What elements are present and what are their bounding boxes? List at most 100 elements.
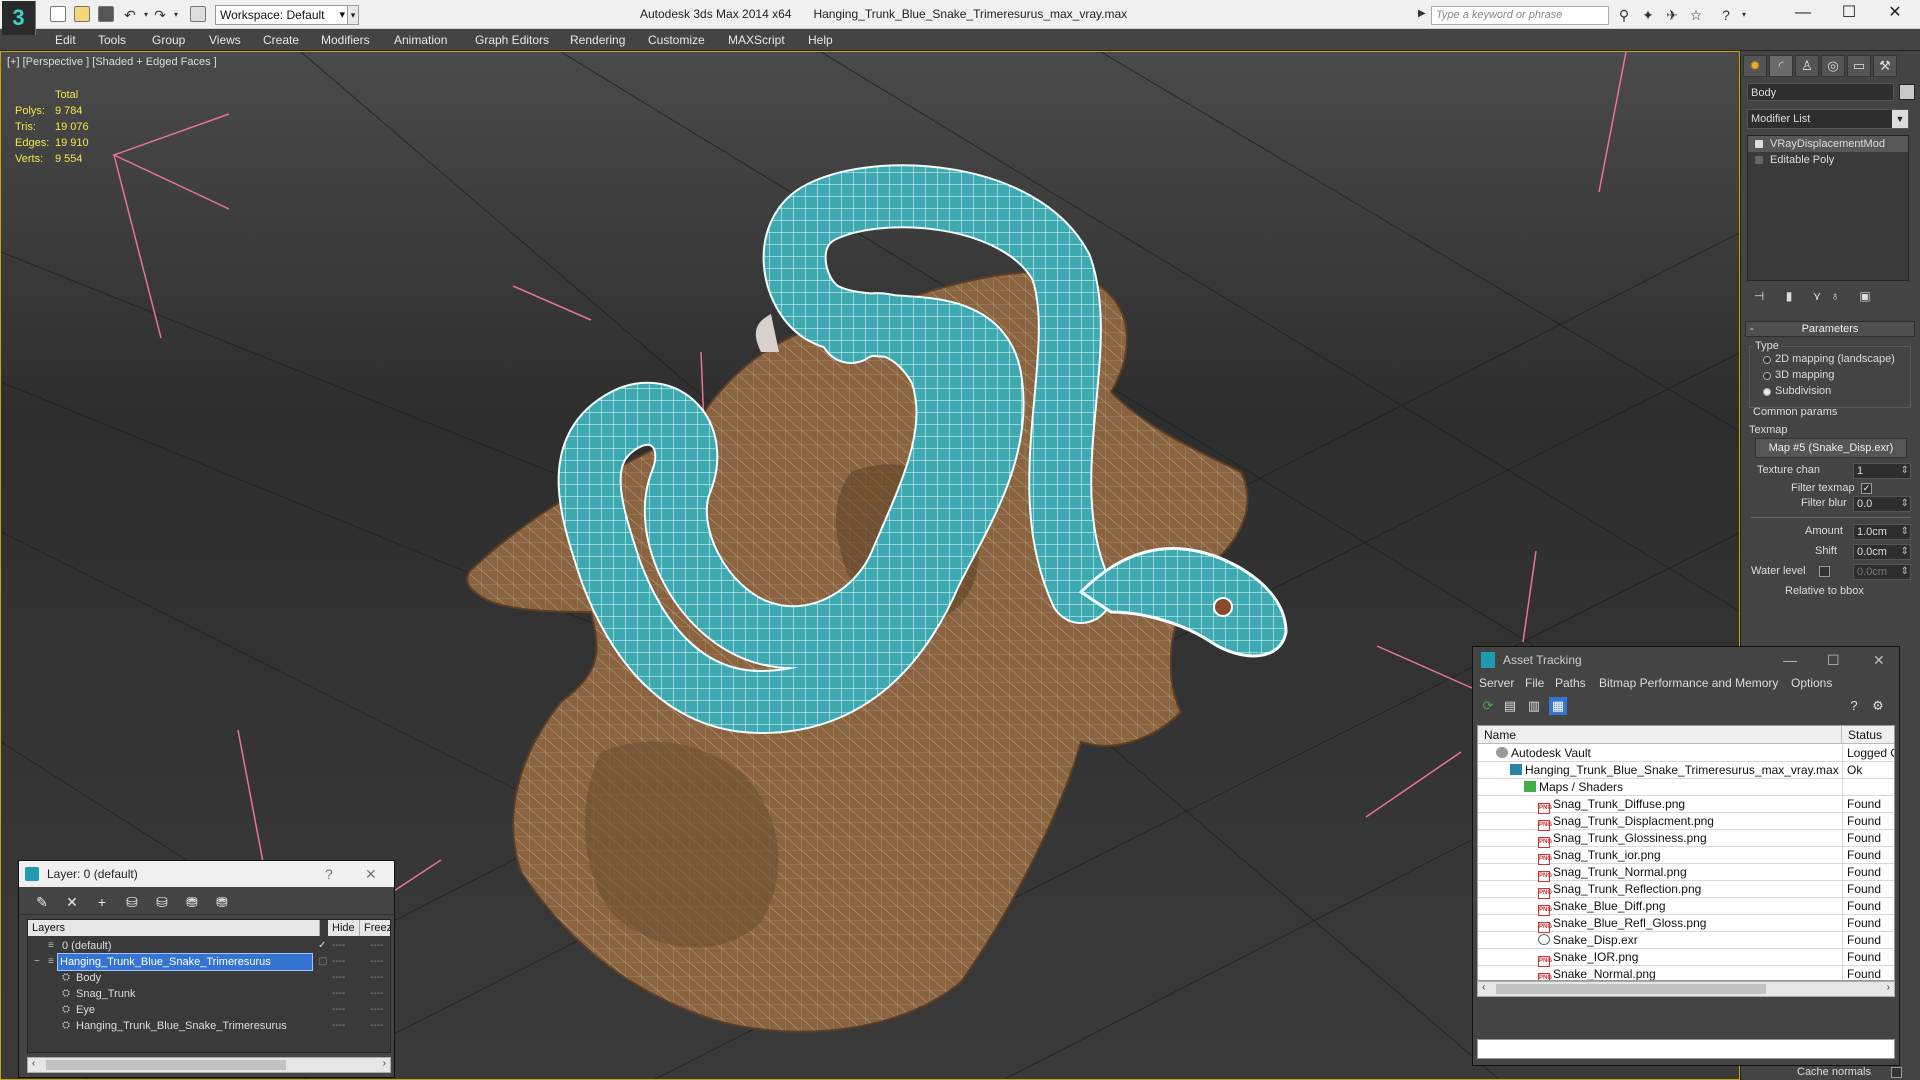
texmap-button[interactable]: Map #5 (Snake_Disp.exr) bbox=[1755, 438, 1907, 458]
configure-sets-icon[interactable]: ▣ bbox=[1857, 289, 1873, 305]
refresh-icon[interactable]: ⟳ bbox=[1479, 697, 1497, 715]
scroll-left-icon[interactable]: ‹ bbox=[32, 1058, 35, 1069]
save-icon[interactable] bbox=[98, 6, 114, 22]
scroll-left-icon[interactable]: ‹ bbox=[1482, 982, 1485, 993]
shift-spinner[interactable]: 0.0cm bbox=[1853, 544, 1911, 560]
modify-tab-icon[interactable]: ◜ bbox=[1769, 55, 1793, 77]
menu-edit[interactable]: Edit bbox=[55, 33, 76, 47]
parameters-rollout[interactable]: - Parameters bbox=[1745, 321, 1915, 337]
new-layer-icon[interactable]: ✎ bbox=[33, 893, 51, 911]
asset-row[interactable]: Autodesk Vault Logged Out bbox=[1478, 745, 1894, 762]
asset-menu-options[interactable]: Options bbox=[1791, 676, 1832, 690]
column-freeze[interactable]: Freeze bbox=[360, 920, 390, 936]
layer-row[interactable]: − ≡ Hanging_Trunk_Blue_Snake_Trimeresuru… bbox=[28, 953, 390, 971]
viewport-label[interactable]: [+] [Perspective ] [Shaded + Edged Faces… bbox=[7, 56, 217, 68]
utilities-tab-icon[interactable]: ⚒ bbox=[1873, 55, 1897, 77]
remove-modifier-icon[interactable]: ♁ bbox=[1827, 289, 1843, 305]
create-tab-icon[interactable]: ✹ bbox=[1743, 55, 1767, 77]
asset-row[interactable]: PNGSnake_Blue_Refl_Gloss.png Found bbox=[1478, 915, 1894, 933]
favorites-star-icon[interactable]: ☆ bbox=[1688, 7, 1704, 23]
hierarchy-tab-icon[interactable]: ♙ bbox=[1795, 55, 1819, 77]
communication-center-icon[interactable]: ✈ bbox=[1664, 7, 1680, 23]
column-hide[interactable]: Hide bbox=[328, 920, 360, 936]
set-current-icon[interactable]: ▢ bbox=[318, 954, 327, 970]
asset-row[interactable]: PNGSnag_Trunk_Displacment.png Found bbox=[1478, 813, 1894, 831]
undo-icon[interactable]: ↶ bbox=[122, 7, 138, 23]
layer-dialog-title[interactable]: Layer: 0 (default) ? ✕ bbox=[19, 861, 394, 887]
app-logo-icon[interactable]: 3 bbox=[2, 1, 36, 35]
amount-spinner[interactable]: 1.0cm bbox=[1853, 524, 1911, 540]
minimize-icon[interactable]: — bbox=[1780, 0, 1826, 29]
help-icon[interactable]: ? bbox=[1845, 697, 1863, 715]
redo-icon[interactable]: ↷ bbox=[152, 7, 168, 23]
menu-rendering[interactable]: Rendering bbox=[570, 33, 625, 47]
water-level-checkbox[interactable] bbox=[1819, 566, 1830, 577]
layer-row[interactable]: ⛭ Eye ---- ---- bbox=[28, 1002, 390, 1018]
detail-view-icon[interactable]: ▥ bbox=[1525, 697, 1543, 715]
maximize-icon[interactable]: ☐ bbox=[1826, 0, 1872, 29]
scroll-right-icon[interactable]: › bbox=[383, 1058, 386, 1069]
freeze-all-layers-icon[interactable]: ⛃ bbox=[213, 893, 231, 911]
column-status[interactable]: Status bbox=[1842, 726, 1894, 744]
delete-layer-icon[interactable]: ✕ bbox=[63, 893, 81, 911]
workspace-menu-arrow-icon[interactable]: ▾ bbox=[347, 5, 359, 25]
filter-blur-spinner[interactable]: 0.0 bbox=[1853, 496, 1911, 512]
asset-menu-bitmap[interactable]: Bitmap Performance and Memory bbox=[1599, 676, 1778, 690]
add-to-layer-icon[interactable]: + bbox=[93, 893, 111, 911]
asset-row[interactable]: PNGSnake_IOR.png Found bbox=[1478, 949, 1894, 967]
hide-all-layers-icon[interactable]: ⛃ bbox=[183, 893, 201, 911]
help-icon[interactable]: ? bbox=[1718, 7, 1734, 23]
asset-row[interactable]: PNGSnag_Trunk_Normal.png Found bbox=[1478, 864, 1894, 882]
layer-row[interactable]: ⛭ Body ---- ---- bbox=[28, 970, 390, 986]
close-icon[interactable]: ✕ bbox=[1872, 0, 1918, 29]
menu-modifiers[interactable]: Modifiers bbox=[321, 33, 370, 47]
radio-3d-mapping[interactable] bbox=[1763, 372, 1771, 380]
stack-item-vray-displacement[interactable]: VRayDisplacementMod bbox=[1748, 136, 1908, 152]
show-end-result-icon[interactable]: ▮ bbox=[1781, 289, 1797, 305]
help-dropdown-icon[interactable]: ▾ bbox=[1736, 7, 1752, 23]
asset-dialog-title[interactable]: Asset Tracking — ☐ ✕ bbox=[1473, 647, 1899, 673]
asset-row[interactable]: Maps / Shaders bbox=[1478, 779, 1894, 796]
workspace-dropdown[interactable]: Workspace: Default bbox=[215, 5, 350, 25]
modifier-list-dropdown[interactable]: Modifier List ▼ bbox=[1747, 109, 1909, 129]
minimize-icon[interactable]: — bbox=[1783, 647, 1797, 673]
search-input[interactable]: Type a keyword or phrase bbox=[1431, 6, 1609, 25]
open-folder-icon[interactable] bbox=[74, 6, 90, 22]
asset-row[interactable]: Snake_Disp.exr Found bbox=[1478, 932, 1894, 949]
radio-subdivision[interactable] bbox=[1763, 388, 1771, 396]
menu-animation[interactable]: Animation bbox=[394, 33, 447, 47]
asset-horizontal-scrollbar[interactable]: ‹ › bbox=[1477, 981, 1895, 997]
asset-row[interactable]: PNGSnag_Trunk_Reflection.png Found bbox=[1478, 881, 1894, 899]
asset-row[interactable]: PNGSnag_Trunk_Glossiness.png Found bbox=[1478, 830, 1894, 848]
close-icon[interactable]: ✕ bbox=[1873, 647, 1885, 673]
asset-row[interactable]: PNGSnag_Trunk_Diffuse.png Found bbox=[1478, 796, 1894, 814]
menu-graph-editors[interactable]: Graph Editors bbox=[475, 33, 549, 47]
asset-row[interactable]: PNGSnake_Normal.png Found bbox=[1478, 966, 1894, 980]
asset-row[interactable]: PNGSnake_Blue_Diff.png Found bbox=[1478, 898, 1894, 916]
table-view-icon[interactable]: ▦ bbox=[1549, 697, 1567, 715]
project-folder-icon[interactable] bbox=[190, 6, 206, 22]
menu-create[interactable]: Create bbox=[263, 33, 299, 47]
maximize-icon[interactable]: ☐ bbox=[1827, 647, 1840, 673]
asset-row[interactable]: PNGSnag_Trunk_ior.png Found bbox=[1478, 847, 1894, 865]
object-name-field[interactable]: Body bbox=[1747, 83, 1894, 101]
scrollbar-thumb[interactable] bbox=[46, 1060, 286, 1070]
pin-stack-icon[interactable]: ⊣ bbox=[1751, 289, 1767, 305]
make-unique-icon[interactable]: ⋎ bbox=[1809, 289, 1825, 305]
active-layer-check-icon[interactable]: ✓ bbox=[318, 938, 326, 954]
close-icon[interactable]: ✕ bbox=[365, 861, 377, 887]
layer-row[interactable]: ≡ 0 (default) ✓ ---- ---- bbox=[28, 938, 390, 954]
layer-row[interactable]: ⛭ Hanging_Trunk_Blue_Snake_Trimeresurus … bbox=[28, 1018, 390, 1034]
pin-icon[interactable]: ⚙ bbox=[1869, 697, 1887, 715]
collapse-icon[interactable]: − bbox=[34, 957, 44, 967]
stack-item-editable-poly[interactable]: Editable Poly bbox=[1748, 152, 1908, 168]
display-tab-icon[interactable]: ▭ bbox=[1847, 55, 1871, 77]
help-icon[interactable]: ? bbox=[325, 861, 333, 887]
binoculars-icon[interactable]: ⚲ bbox=[1616, 7, 1632, 23]
asset-menu-file[interactable]: File bbox=[1525, 676, 1544, 690]
layer-row[interactable]: ⛭ Snag_Trunk ---- ---- bbox=[28, 986, 390, 1002]
highlight-layer-icon[interactable]: ⛁ bbox=[153, 893, 171, 911]
subscription-icon[interactable]: ✦ bbox=[1640, 7, 1656, 23]
menu-views[interactable]: Views bbox=[209, 33, 241, 47]
list-view-icon[interactable]: ▤ bbox=[1501, 697, 1519, 715]
